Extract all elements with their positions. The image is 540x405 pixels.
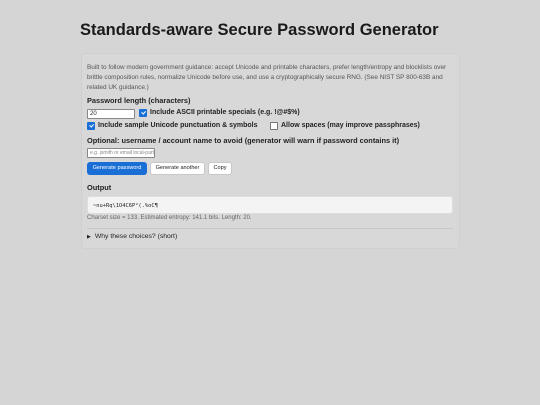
generate-password-button[interactable]: Generate password [87, 162, 147, 175]
unicode-punct-checkbox[interactable] [87, 122, 95, 130]
generate-another-button[interactable]: Generate another [150, 162, 205, 175]
username-input[interactable]: e.g. jsmith or email local-part [87, 148, 155, 158]
intro-text: Built to follow modern government guidan… [87, 64, 447, 91]
length-input[interactable] [87, 109, 135, 119]
output-label: Output [87, 183, 112, 192]
ascii-specials-checkbox[interactable] [139, 109, 147, 117]
why-choices-label: Why these choices? (short) [94, 233, 178, 240]
unicode-punct-label: Include sample Unicode punctuation & sym… [98, 121, 258, 129]
allow-spaces-label: Allow spaces (may improve passphrases) [281, 121, 420, 129]
entropy-info: Charset size = 133. Estimated entropy: 1… [87, 215, 252, 221]
page-title: Standards-aware Secure Password Generato… [80, 21, 439, 39]
triangle-right-icon: ▶ [87, 234, 91, 240]
password-output[interactable]: ~nu+Rq\1O4C6P²(.%oC¶ [87, 196, 453, 214]
allow-spaces-checkbox[interactable] [270, 122, 278, 130]
length-label: Password length (characters) [87, 96, 191, 105]
copy-button[interactable]: Copy [208, 162, 232, 175]
ascii-specials-label: Include ASCII printable specials (e.g. !… [150, 108, 300, 116]
username-label: Optional: username / account name to avo… [87, 136, 400, 145]
why-choices-toggle[interactable]: ▶ Why these choices? (short) [87, 233, 177, 240]
divider [87, 228, 453, 229]
